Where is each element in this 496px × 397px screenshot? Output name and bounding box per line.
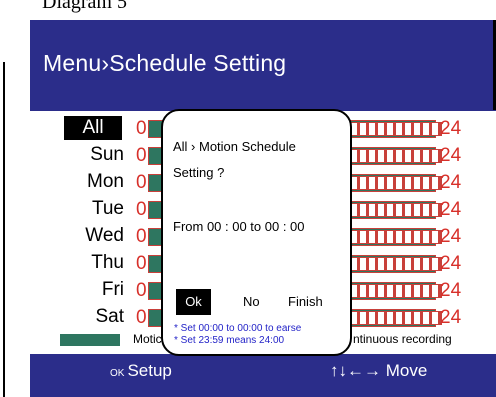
motion-schedule-dialog: All › Motion Schedule Setting ? From 00 …	[161, 109, 352, 356]
schedule-ticks	[350, 257, 442, 271]
schedule-ticks	[350, 203, 442, 217]
scale-start: 0	[136, 172, 147, 193]
scale-start: 0	[136, 199, 147, 220]
day-all[interactable]: All	[64, 116, 122, 140]
day-sat[interactable]: Sat	[60, 305, 124, 329]
document-caption: Diagram 5	[42, 0, 127, 13]
finish-button[interactable]: Finish	[288, 289, 323, 315]
dialog-time-range[interactable]: From 00 : 00 to 00 : 00	[173, 219, 305, 234]
scale-end: 24	[440, 280, 462, 301]
scale-end: 24	[440, 145, 462, 166]
scale-end: 24	[440, 253, 462, 274]
schedule-ticks	[350, 284, 442, 298]
footer-setup-hint: OK Setup	[110, 361, 172, 381]
scale-start: 0	[136, 145, 147, 166]
dialog-title-line1: All › Motion Schedule	[173, 139, 296, 154]
dialog-title-line2: Setting ?	[173, 165, 225, 180]
dvr-screen: Menu›Schedule Setting All Sun Mon Tue We…	[30, 20, 496, 397]
scale-start: 0	[136, 253, 147, 274]
page-title: Menu›Schedule Setting	[43, 50, 287, 76]
day-wed[interactable]: Wed	[60, 224, 124, 248]
footer-bar: OK Setup ↑↓←→ Move	[30, 354, 496, 397]
dialog-note-erase: * Set 00:00 to 00:00 to earse	[174, 323, 302, 334]
day-thu[interactable]: Thu	[60, 251, 124, 275]
schedule-ticks	[350, 311, 442, 325]
day-mon[interactable]: Mon	[60, 170, 124, 194]
setup-label: Setup	[127, 361, 172, 380]
day-fri[interactable]: Fri	[60, 278, 124, 302]
header-bar: Menu›Schedule Setting	[30, 20, 496, 111]
scale-start: 0	[136, 280, 147, 301]
ok-key-label: OK	[110, 368, 125, 379]
day-tue[interactable]: Tue	[60, 197, 124, 221]
legend-motion-label: Motic	[133, 332, 162, 346]
scale-end: 24	[440, 226, 462, 247]
schedule-ticks	[350, 230, 442, 244]
left-border	[3, 62, 5, 397]
scale-start: 0	[136, 118, 147, 139]
scale-end: 24	[440, 118, 462, 139]
day-sun[interactable]: Sun	[60, 143, 124, 167]
scale-end: 24	[440, 307, 462, 328]
no-button[interactable]: No	[243, 289, 260, 315]
schedule-ticks	[350, 149, 442, 163]
schedule-ticks	[350, 176, 442, 190]
ok-button[interactable]: Ok	[176, 289, 211, 315]
schedule-ticks	[350, 122, 442, 136]
legend-continuous-label: ntinuous recording	[353, 332, 452, 346]
legend-swatch-motion	[60, 334, 120, 346]
scale-start: 0	[136, 226, 147, 247]
scale-start: 0	[136, 307, 147, 328]
scale-end: 24	[440, 172, 462, 193]
scale-end: 24	[440, 199, 462, 220]
footer-move-hint: ↑↓←→ Move	[330, 361, 428, 380]
dialog-note-2359: * Set 23:59 means 24:00	[174, 335, 285, 346]
